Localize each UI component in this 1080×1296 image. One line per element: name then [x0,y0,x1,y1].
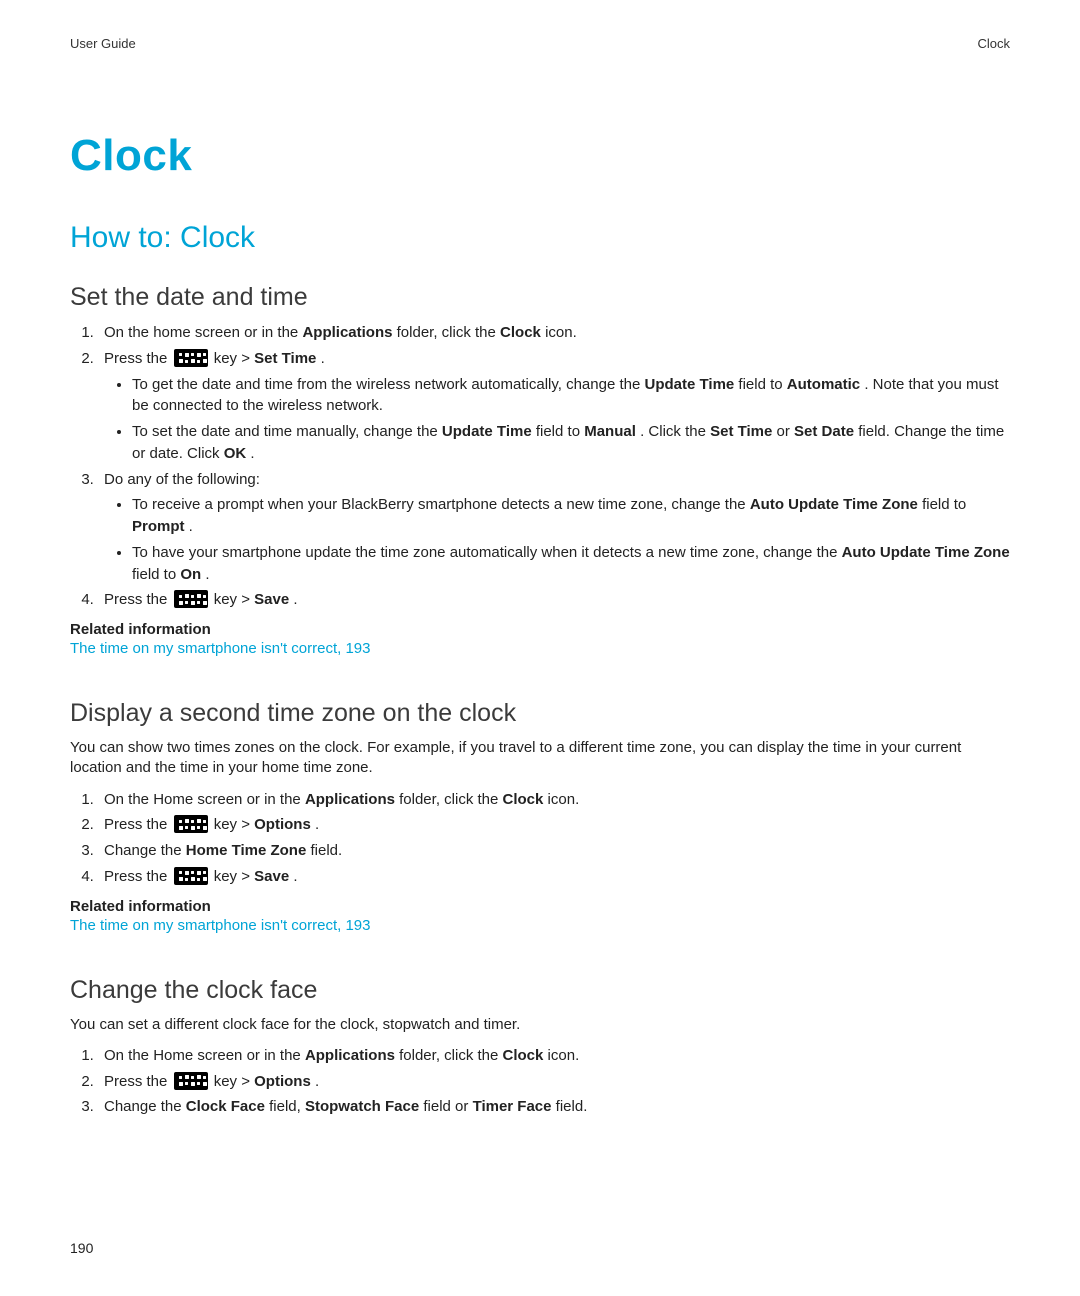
sec3-intro: You can set a different clock face for t… [70,1015,1010,1035]
page-title: Clock [70,131,1010,181]
menu-key-icon [174,867,208,885]
sec1-step2-sub: To get the date and time from the wirele… [104,374,1010,465]
sec2-heading: Display a second time zone on the clock [70,699,1010,728]
sec1-related-heading: Related information [70,621,1010,638]
document-page: User Guide Clock Clock How to: Clock Set… [0,0,1080,1296]
sec1-step2-sub2: To set the date and time manually, chang… [132,421,1010,465]
sec1-steps: On the home screen or in the Application… [70,322,1010,611]
sec1-step3-sub: To receive a prompt when your BlackBerry… [104,494,1010,585]
sec1-related-link[interactable]: The time on my smartphone isn't correct,… [70,640,371,657]
sec3-step2: Press the key > Options . [98,1071,1010,1093]
sec3-steps: On the Home screen or in the Application… [70,1045,1010,1118]
sec1-step3-sub1: To receive a prompt when your BlackBerry… [132,494,1010,538]
sec3-heading: Change the clock face [70,976,1010,1005]
sec2-step3: Change the Home Time Zone field. [98,840,1010,862]
menu-key-icon [174,815,208,833]
howto-heading: How to: Clock [70,221,1010,255]
sec1-step1: On the home screen or in the Application… [98,322,1010,344]
page-number: 190 [70,1240,93,1256]
menu-key-icon [174,1072,208,1090]
sec2-steps: On the Home screen or in the Application… [70,789,1010,888]
header-left: User Guide [70,36,136,51]
header-right: Clock [977,36,1010,51]
sec2-intro: You can show two times zones on the cloc… [70,738,1010,779]
sec1-step3-sub2: To have your smartphone update the time … [132,542,1010,586]
menu-key-icon [174,590,208,608]
sec1-step2-sub1: To get the date and time from the wirele… [132,374,1010,418]
sec2-step2: Press the key > Options . [98,814,1010,836]
sec1-step3: Do any of the following: To receive a pr… [98,469,1010,586]
sec3-step3: Change the Clock Face field, Stopwatch F… [98,1096,1010,1118]
menu-key-icon [174,349,208,367]
sec1-step4: Press the key > Save . [98,589,1010,611]
sec3-step1: On the Home screen or in the Application… [98,1045,1010,1067]
running-header: User Guide Clock [70,36,1010,51]
sec2-related-heading: Related information [70,898,1010,915]
sec2-step4: Press the key > Save . [98,866,1010,888]
sec2-related-link[interactable]: The time on my smartphone isn't correct,… [70,917,371,934]
sec1-step2: Press the key > Set Time . To get the da… [98,348,1010,465]
sec1-heading: Set the date and time [70,283,1010,312]
sec2-step1: On the Home screen or in the Application… [98,789,1010,811]
